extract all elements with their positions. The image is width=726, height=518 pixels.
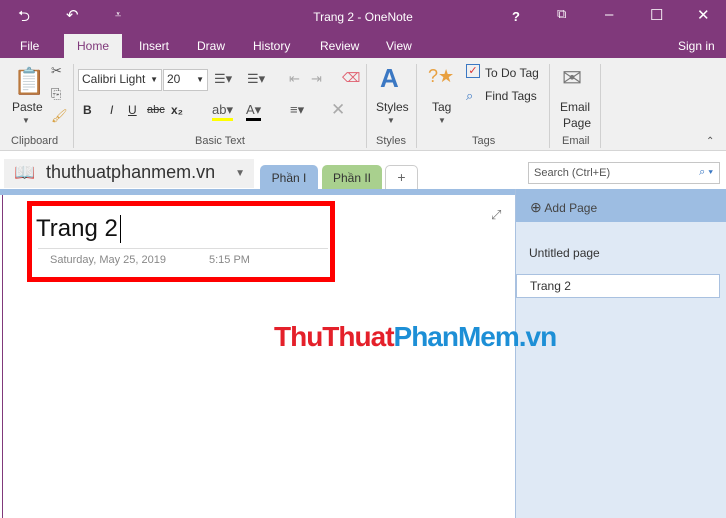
tab-view[interactable]: View bbox=[386, 39, 412, 53]
window-title: Trang 2 - OneNote bbox=[313, 10, 413, 24]
align-icon[interactable]: ≡▾ bbox=[290, 102, 304, 118]
tab-insert[interactable]: Insert bbox=[139, 39, 169, 53]
collapse-ribbon-icon[interactable]: ⌃ bbox=[706, 136, 714, 147]
styles-button[interactable]: Styles bbox=[376, 100, 409, 114]
chevron-down-icon[interactable]: ▼ bbox=[438, 116, 446, 125]
font-name-select[interactable]: Calibri Light ▼ bbox=[78, 69, 162, 91]
expand-icon[interactable]: ⤢ bbox=[491, 207, 501, 223]
divider bbox=[600, 64, 601, 148]
tab-home[interactable]: Home bbox=[64, 34, 123, 58]
find-tags-icon: ⌕ bbox=[466, 88, 474, 103]
highlight-icon[interactable]: ab▾ bbox=[212, 102, 233, 121]
font-name-value: Calibri Light bbox=[82, 72, 146, 86]
highlight-box bbox=[27, 201, 335, 282]
strikethrough-button[interactable]: abc bbox=[147, 104, 165, 116]
tab-file[interactable]: File bbox=[20, 39, 39, 53]
styles-icon[interactable]: A bbox=[380, 63, 399, 94]
watermark-part2: PhanMem bbox=[393, 321, 520, 352]
tag-button[interactable]: Tag bbox=[432, 100, 451, 114]
paste-button[interactable]: Paste bbox=[12, 100, 43, 114]
chevron-down-icon[interactable]: ▼ bbox=[22, 116, 30, 125]
font-size-value: 20 bbox=[167, 72, 181, 86]
divider bbox=[549, 64, 550, 148]
tab-draw[interactable]: Draw bbox=[197, 39, 225, 53]
tab-review[interactable]: Review bbox=[320, 39, 359, 53]
add-page-button[interactable]: ⊕ Add Page bbox=[516, 189, 726, 222]
checkbox-icon: ✓ bbox=[466, 64, 480, 78]
watermark: ThuThuatPhanMem.vn bbox=[274, 321, 557, 353]
page-item-untitled[interactable]: Untitled page bbox=[516, 222, 726, 274]
copy-icon[interactable]: ⎘ bbox=[51, 86, 61, 102]
menu-bar: File Home Insert Draw History Review Vie… bbox=[0, 34, 726, 58]
chevron-down-icon[interactable]: ▼ bbox=[387, 116, 395, 125]
search-icon[interactable]: ⌕ ▾ bbox=[699, 166, 713, 179]
title-bar: ⮌ ↶ ⩡ Trang 2 - OneNote ? ⧉ – ☐ ✕ bbox=[0, 0, 726, 34]
cut-icon[interactable]: ✂ bbox=[51, 63, 62, 79]
watermark-part1: ThuThuat bbox=[274, 321, 395, 352]
group-styles: Styles bbox=[376, 135, 406, 147]
email-page-button-line2[interactable]: Page bbox=[563, 116, 591, 130]
paste-icon[interactable]: 📋 bbox=[13, 66, 45, 97]
chevron-down-icon: ▼ bbox=[235, 168, 245, 179]
plus-circle-icon: ⊕ bbox=[530, 199, 542, 215]
group-clipboard: Clipboard bbox=[11, 135, 59, 147]
email-page-button-line1[interactable]: Email bbox=[560, 100, 590, 114]
bold-button[interactable]: B bbox=[83, 103, 92, 117]
maximize-button[interactable]: ☐ bbox=[650, 6, 663, 24]
help-button[interactable]: ? bbox=[512, 9, 520, 24]
group-tags: Tags bbox=[472, 135, 496, 147]
section-tab-phan-2[interactable]: Phần II bbox=[322, 165, 382, 190]
divider bbox=[416, 64, 417, 148]
find-tags-button[interactable]: Find Tags bbox=[485, 89, 537, 103]
tag-icon[interactable]: ?★ bbox=[428, 66, 454, 87]
increase-indent-icon[interactable]: ⇥ bbox=[311, 71, 322, 87]
subscript-button[interactable]: x₂ bbox=[171, 103, 183, 117]
ribbon: 📋 Paste ▼ ✂ ⎘ 🖌 Clipboard Calibri Light ▼… bbox=[0, 58, 726, 151]
sign-in-link[interactable]: Sign in bbox=[678, 39, 715, 53]
email-icon[interactable]: ✉ bbox=[562, 64, 582, 93]
italic-button[interactable]: I bbox=[110, 103, 113, 117]
underline-button[interactable]: U bbox=[128, 103, 137, 117]
notebook-icon: 📖 bbox=[14, 163, 36, 182]
pages-panel: ⊕ Add Page Untitled page Trang 2 bbox=[515, 189, 726, 518]
clear-formatting-icon[interactable]: ⌫ bbox=[342, 70, 360, 86]
group-basic-text: Basic Text bbox=[195, 135, 245, 147]
close-button[interactable]: ✕ bbox=[697, 6, 710, 24]
search-input[interactable]: Search (Ctrl+E) ⌕ ▾ bbox=[528, 162, 720, 184]
delete-icon[interactable]: ✕ bbox=[331, 100, 345, 120]
format-painter-icon[interactable]: 🖌 bbox=[51, 108, 68, 124]
page-item-trang-2[interactable]: Trang 2 bbox=[516, 274, 720, 298]
decrease-indent-icon[interactable]: ⇤ bbox=[289, 71, 300, 87]
bullets-icon[interactable]: ☰▾ bbox=[214, 71, 232, 87]
search-placeholder: Search (Ctrl+E) bbox=[534, 167, 611, 179]
notebook-name: thuthuatphanmem.vn bbox=[46, 162, 216, 182]
font-size-select[interactable]: 20 ▼ bbox=[163, 69, 208, 91]
add-page-label: Add Page bbox=[544, 201, 598, 215]
notebook-selector[interactable]: 📖 thuthuatphanmem.vn ▼ bbox=[4, 159, 254, 188]
ribbon-display-icon[interactable]: ⧉ bbox=[557, 6, 566, 22]
numbering-icon[interactable]: ☰▾ bbox=[247, 71, 265, 87]
tab-history[interactable]: History bbox=[253, 39, 290, 53]
minimize-button[interactable]: – bbox=[605, 6, 613, 23]
divider bbox=[366, 64, 367, 148]
watermark-part3: .vn bbox=[518, 321, 557, 352]
group-email: Email bbox=[562, 135, 590, 147]
font-color-icon[interactable]: A▾ bbox=[246, 102, 262, 121]
divider bbox=[73, 64, 74, 148]
add-section-button[interactable]: + bbox=[385, 165, 418, 190]
to-do-tag-button[interactable]: To Do Tag bbox=[485, 66, 539, 80]
